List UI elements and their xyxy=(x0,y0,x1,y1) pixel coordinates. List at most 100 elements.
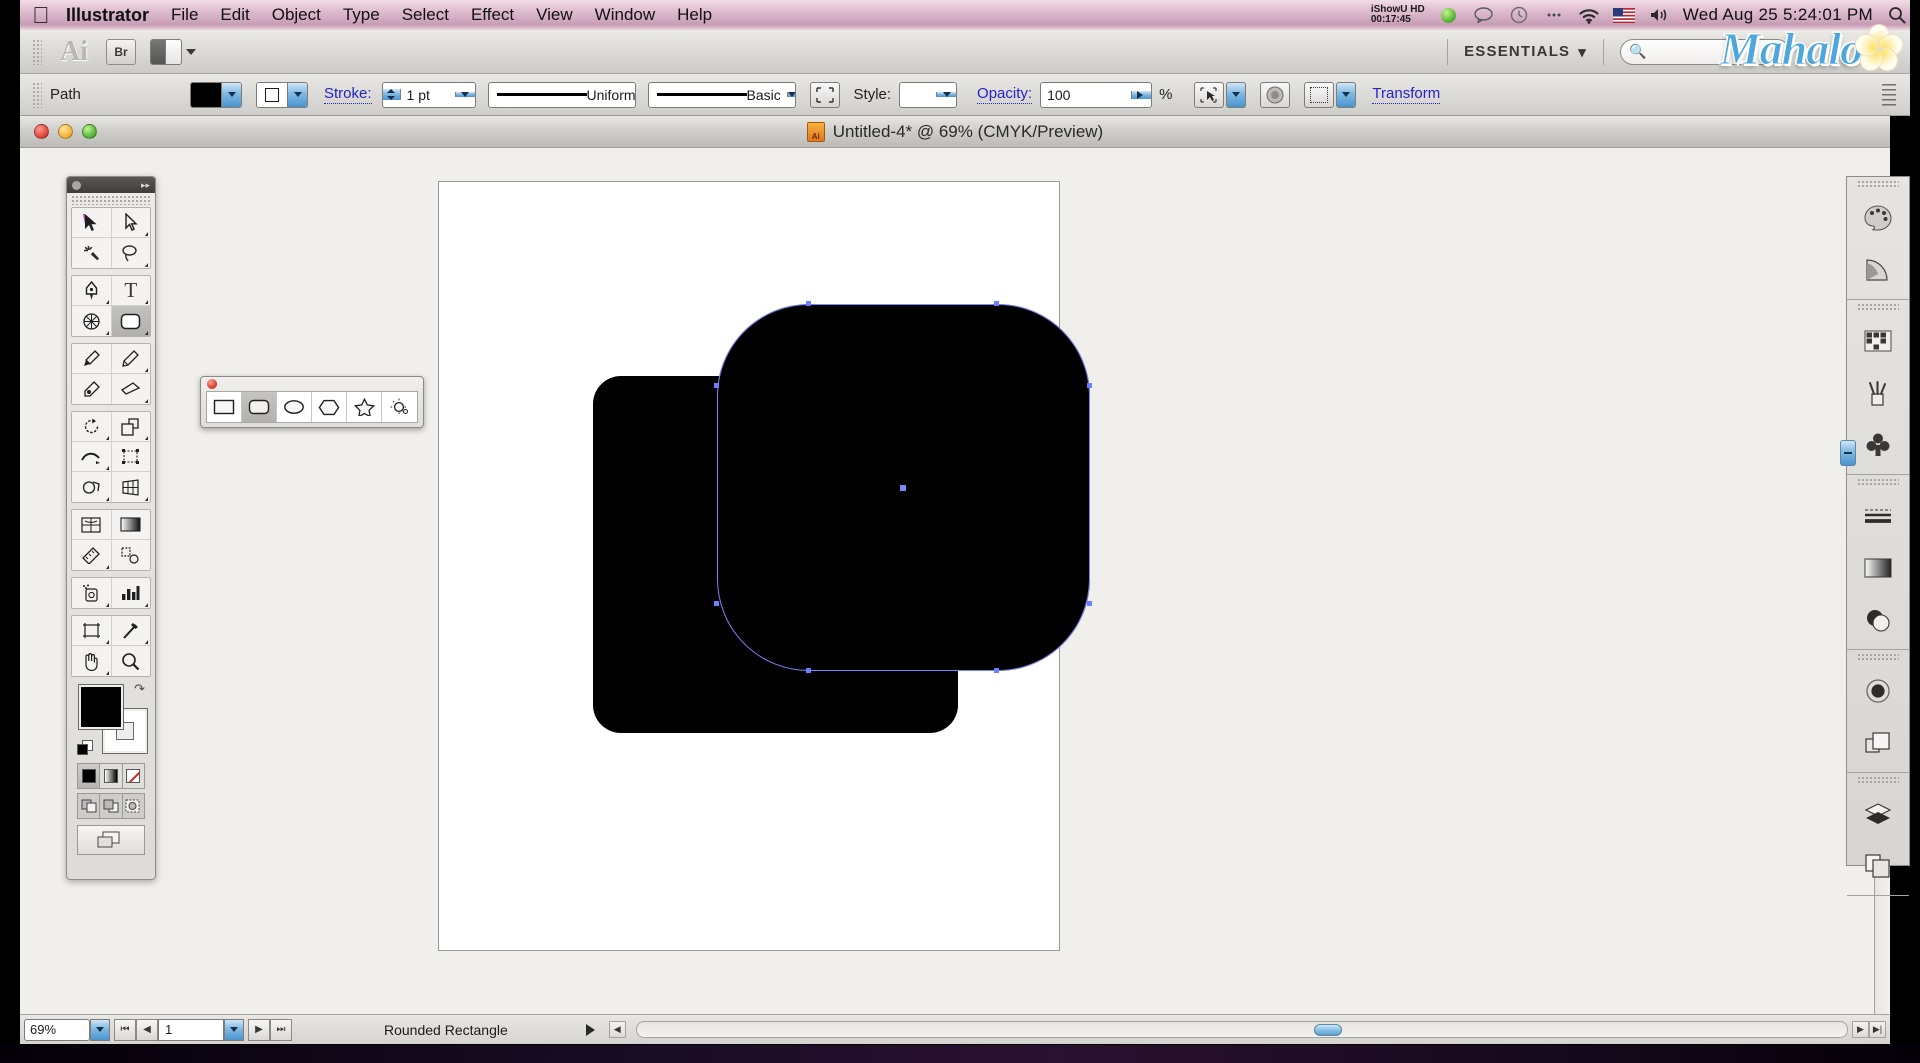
time-machine-icon[interactable] xyxy=(1508,4,1530,26)
stroke-weight-stepper[interactable] xyxy=(382,89,401,100)
tools-panel-header[interactable]: ▸▸ xyxy=(67,177,155,193)
select-similar-icon[interactable] xyxy=(1194,81,1225,108)
graphic-style-caret[interactable] xyxy=(936,92,957,97)
fill-color-control[interactable] xyxy=(190,81,242,108)
swatches-panel-icon[interactable] xyxy=(1847,315,1909,367)
stroke-panel-icon[interactable] xyxy=(1847,490,1909,542)
brush-definition-field[interactable]: Basic xyxy=(647,81,796,108)
magic-wand-tool[interactable] xyxy=(72,238,112,268)
rotate-tool[interactable] xyxy=(72,412,112,442)
menu-item-select[interactable]: Select xyxy=(391,0,460,30)
stroke-weight-caret[interactable] xyxy=(454,92,475,97)
width-tool[interactable] xyxy=(72,442,112,472)
dock-section-grip[interactable] xyxy=(1857,180,1899,189)
flag-icon[interactable] xyxy=(1612,4,1635,26)
bluetooth-icon[interactable] xyxy=(1543,4,1565,26)
color-guide-panel-icon[interactable] xyxy=(1847,244,1909,296)
symbols-panel-icon[interactable] xyxy=(1847,419,1909,471)
menu-item-type[interactable]: Type xyxy=(332,0,391,30)
stroke-profile-field[interactable]: Uniform xyxy=(487,81,636,108)
measure-tool[interactable] xyxy=(72,540,112,570)
anchor-point[interactable] xyxy=(1087,601,1092,606)
menu-item-edit[interactable]: Edit xyxy=(209,0,260,30)
flare-tool[interactable] xyxy=(382,392,417,422)
document-title-bar[interactable]: Ai Untitled-4* @ 69% (CMYK/Preview) xyxy=(20,116,1890,148)
graphic-styles-panel-icon[interactable] xyxy=(1847,717,1909,769)
layers-panel-icon[interactable] xyxy=(1847,788,1909,840)
menu-item-object[interactable]: Object xyxy=(261,0,332,30)
color-mode-gradient[interactable] xyxy=(100,764,123,788)
artboard-tool[interactable] xyxy=(72,616,112,646)
eraser-tool[interactable] xyxy=(112,374,151,404)
anchor-point[interactable] xyxy=(994,668,999,673)
arrange-documents-caret[interactable] xyxy=(186,48,196,55)
direct-selection-tool[interactable] xyxy=(111,208,150,238)
controlbar-drag-grip[interactable] xyxy=(32,81,42,108)
anchor-point[interactable] xyxy=(1087,383,1092,388)
zoom-level-field[interactable]: 69% xyxy=(24,1018,90,1041)
next-artboard-button[interactable]: ▶ xyxy=(248,1018,270,1041)
dock-section-grip[interactable] xyxy=(1857,478,1899,487)
artboards-panel-icon[interactable] xyxy=(1847,840,1909,892)
menu-item-illustrator[interactable]: Illustrator xyxy=(52,0,160,30)
pen-tool[interactable] xyxy=(72,276,112,306)
volume-icon[interactable] xyxy=(1648,4,1670,26)
blob-brush-tool[interactable] xyxy=(72,374,112,404)
scale-tool[interactable] xyxy=(111,412,150,442)
scroll-right-button[interactable]: ▶ xyxy=(1852,1021,1869,1038)
default-fill-stroke-icon[interactable] xyxy=(77,740,94,757)
expand-dock-icon[interactable] xyxy=(1840,440,1856,466)
align-icon[interactable] xyxy=(1304,81,1335,108)
free-transform-tool[interactable] xyxy=(111,442,150,472)
scroll-left-button[interactable]: ◀ xyxy=(608,1021,626,1038)
pencil-tool[interactable] xyxy=(111,344,150,374)
canvas-area[interactable] xyxy=(20,148,1890,1014)
wifi-icon[interactable] xyxy=(1578,4,1600,26)
anchor-point[interactable] xyxy=(806,301,811,306)
fill-swatch[interactable] xyxy=(191,82,221,107)
menu-item-window[interactable]: Window xyxy=(584,0,666,30)
gradient-tool[interactable] xyxy=(111,510,150,540)
dock-section-grip[interactable] xyxy=(1857,653,1899,662)
close-button[interactable] xyxy=(207,379,217,389)
fill-indicator[interactable] xyxy=(78,684,124,730)
brushes-panel-icon[interactable] xyxy=(1847,367,1909,419)
menu-item-effect[interactable]: Effect xyxy=(460,0,525,30)
dock-section-grip[interactable] xyxy=(1857,776,1899,785)
anchor-point[interactable] xyxy=(714,383,719,388)
go-to-bridge-button[interactable]: Br xyxy=(106,38,136,65)
panel-menu-icon[interactable] xyxy=(1882,83,1896,106)
menu-item-file[interactable]: File xyxy=(160,0,209,30)
zoom-level-caret[interactable] xyxy=(90,1018,110,1041)
color-mode-none[interactable] xyxy=(123,764,144,788)
arrange-documents-icon[interactable] xyxy=(150,38,182,65)
stroke-dropdown-caret[interactable] xyxy=(287,82,307,107)
isolate-group-icon[interactable] xyxy=(1260,81,1291,108)
appearance-panel-icon[interactable] xyxy=(1847,665,1909,717)
opacity-field[interactable]: 100 xyxy=(1040,81,1153,108)
stroke-color-control[interactable] xyxy=(256,81,308,108)
swap-fill-stroke-icon[interactable]: ↷ xyxy=(134,681,145,697)
paintbrush-tool[interactable] xyxy=(72,344,112,374)
previous-artboard-button[interactable]: ◀ xyxy=(136,1018,158,1041)
draw-normal-mode[interactable] xyxy=(78,794,101,818)
zoom-tool[interactable] xyxy=(112,646,151,676)
polygon-tool[interactable] xyxy=(312,392,347,422)
shape-builder-tool[interactable] xyxy=(72,472,112,502)
stroke-weight-label[interactable]: Stroke: xyxy=(324,85,372,104)
anchor-point[interactable] xyxy=(806,668,811,673)
menu-item-view[interactable]: View xyxy=(525,0,584,30)
brush-definition-caret[interactable] xyxy=(786,92,795,97)
column-graph-tool[interactable] xyxy=(112,578,151,608)
tools-panel-close-icon[interactable] xyxy=(72,180,81,190)
opacity-caret[interactable] xyxy=(1131,90,1152,99)
draw-behind-mode[interactable] xyxy=(100,794,123,818)
anchor-point[interactable] xyxy=(994,301,999,306)
speech-bubble-icon[interactable] xyxy=(1473,4,1495,26)
horizontal-scrollbar-thumb[interactable] xyxy=(1314,1024,1343,1036)
rounded-rectangle-tool[interactable] xyxy=(242,392,277,422)
record-dot-icon[interactable] xyxy=(1438,4,1460,26)
slice-tool[interactable] xyxy=(111,616,150,646)
draw-inside-mode[interactable] xyxy=(123,794,144,818)
apple-icon[interactable]:  xyxy=(30,2,52,28)
